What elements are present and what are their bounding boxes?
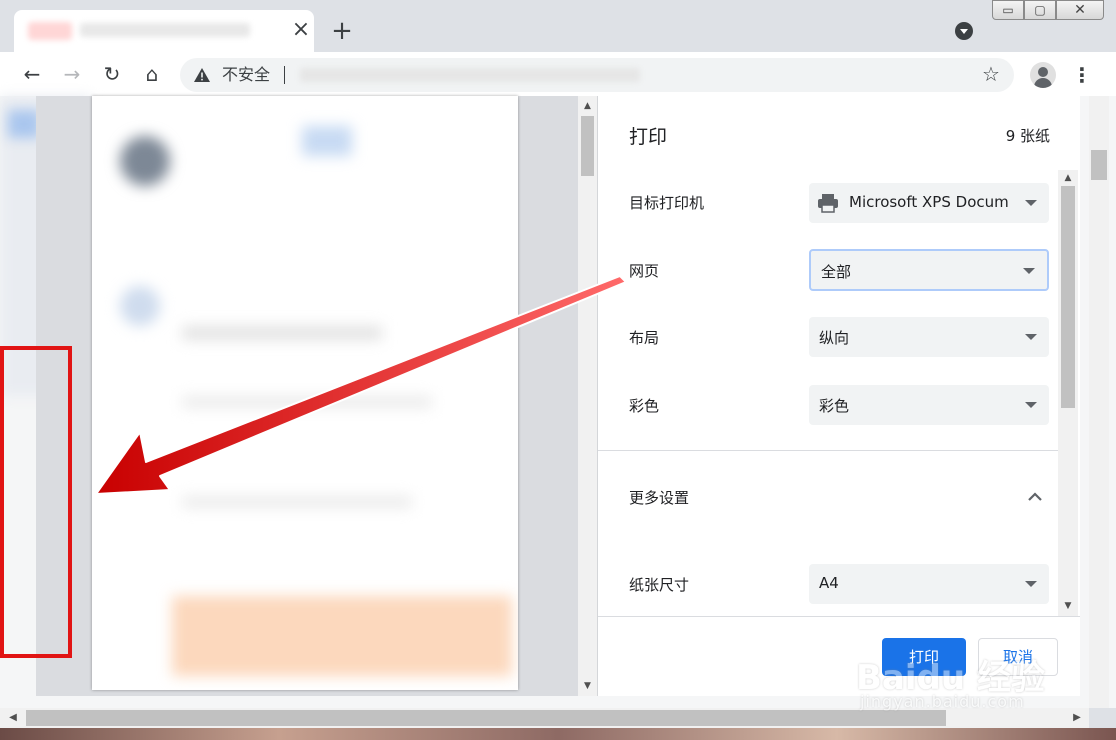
page-vertical-scroll-thumb[interactable]	[1091, 150, 1107, 180]
destination-value: Microsoft XPS Docum	[849, 193, 1009, 211]
paper-size-value: A4	[819, 574, 839, 592]
dialog-scroll-thumb[interactable]	[1061, 186, 1075, 408]
destination-select[interactable]: Microsoft XPS Docum	[809, 183, 1049, 223]
blurred-block	[302, 126, 352, 156]
annotation-highlight-box	[0, 346, 72, 658]
printer-icon	[818, 194, 838, 213]
chevron-down-icon	[1023, 268, 1035, 274]
baidu-watermark: Baidu 经验 jingyan.baidu.com	[856, 620, 1056, 720]
dialog-scroll-down-icon[interactable]: ▼	[1061, 600, 1075, 612]
dialog-title: 打印	[629, 126, 668, 148]
tab-title	[80, 23, 250, 37]
page-vertical-scrollbar[interactable]	[1089, 96, 1109, 708]
sheet-count: 9 张纸	[1005, 127, 1050, 145]
new-tab-button[interactable]: +	[330, 18, 354, 44]
minimize-button[interactable]: ▭	[992, 0, 1024, 20]
color-select[interactable]: 彩色	[809, 385, 1049, 425]
scroll-right-icon[interactable]: ▶	[1070, 710, 1084, 726]
active-tab[interactable]: ×	[14, 10, 314, 52]
blurred-line	[182, 396, 432, 408]
watermark-url: jingyan.baidu.com	[860, 692, 1025, 711]
color-value: 彩色	[819, 397, 850, 415]
tab-close-icon[interactable]: ×	[290, 18, 312, 42]
browser-menu-icon[interactable]: ⋮	[1072, 62, 1092, 88]
chevron-up-icon[interactable]	[1026, 490, 1044, 502]
chevron-down-icon	[1025, 402, 1037, 408]
layout-select[interactable]: 纵向	[809, 317, 1049, 357]
preview-scrollbar[interactable]	[578, 96, 597, 696]
chevron-down-icon	[1025, 334, 1037, 340]
dialog-scroll-up-icon[interactable]: ▲	[1061, 172, 1075, 184]
bookmark-star-icon[interactable]: ☆	[980, 63, 1002, 85]
chevron-down-icon	[1025, 581, 1037, 587]
security-label[interactable]: 不安全	[222, 66, 270, 84]
preview-scroll-down-icon[interactable]: ▼	[581, 680, 594, 692]
desktop-strip	[0, 728, 1116, 740]
more-settings-toggle[interactable]: 更多设置	[629, 487, 689, 508]
pages-select[interactable]: 全部	[809, 249, 1049, 291]
text-cursor	[284, 66, 285, 84]
layout-label: 布局	[629, 329, 660, 347]
blurred-banner	[172, 596, 512, 676]
footer-divider	[598, 616, 1080, 617]
profile-avatar-icon[interactable]	[1030, 62, 1056, 88]
paper-size-select[interactable]: A4	[809, 564, 1049, 604]
warning-triangle-icon[interactable]	[193, 67, 211, 83]
forward-button[interactable]: →	[60, 62, 84, 86]
scroll-left-icon[interactable]: ◀	[6, 710, 20, 726]
preview-scroll-up-icon[interactable]: ▲	[581, 100, 594, 112]
pages-value: 全部	[821, 263, 852, 281]
tab-search-icon[interactable]	[955, 22, 973, 40]
blurred-block	[120, 286, 160, 326]
back-button[interactable]: ←	[20, 62, 44, 86]
destination-label: 目标打印机	[629, 194, 705, 212]
blurred-line	[182, 496, 412, 508]
layout-value: 纵向	[819, 329, 850, 347]
page-horizontal-scroll-thumb[interactable]	[26, 710, 946, 726]
pages-label: 网页	[629, 262, 660, 280]
close-window-button[interactable]: ✕	[1056, 0, 1104, 20]
chevron-down-icon	[1025, 200, 1037, 206]
tab-favicon-icon	[28, 22, 72, 40]
preview-scroll-thumb[interactable]	[581, 116, 594, 176]
maximize-button[interactable]: ▢	[1024, 0, 1056, 20]
blurred-line	[182, 326, 382, 340]
blurred-avatar	[120, 136, 170, 186]
url-text-blurred[interactable]	[300, 68, 640, 82]
reload-button[interactable]: ↻	[100, 62, 124, 86]
preview-page	[92, 96, 518, 690]
paper-size-label: 纸张尺寸	[629, 576, 690, 594]
section-divider	[598, 450, 1058, 451]
color-label: 彩色	[629, 397, 660, 415]
home-button[interactable]: ⌂	[140, 62, 164, 86]
